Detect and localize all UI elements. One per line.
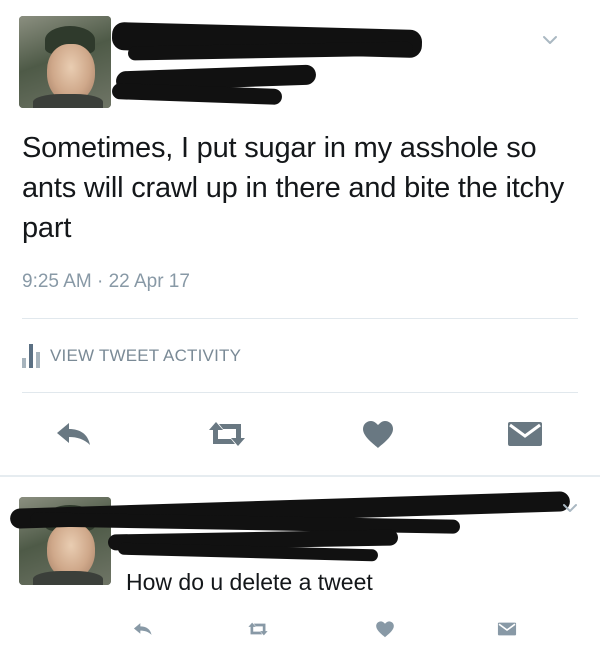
- reply-icon: [133, 623, 152, 635]
- retweet-button[interactable]: [203, 416, 251, 452]
- retweet-icon: [248, 622, 268, 636]
- like-button[interactable]: [370, 618, 400, 640]
- main-tweet: Sometimes, I put sugar in my asshole so …: [0, 0, 600, 475]
- avatar[interactable]: [19, 16, 111, 108]
- heart-icon: [363, 421, 393, 448]
- retweet-icon: [209, 422, 245, 446]
- divider: [22, 318, 578, 319]
- reply-tweet-text: How do u delete a tweet: [126, 569, 373, 595]
- direct-message-button[interactable]: [503, 416, 547, 452]
- divider: [22, 392, 578, 393]
- tweet-timestamp: 9:25 AM · 22 Apr 17: [22, 271, 190, 292]
- direct-message-icon: [497, 622, 517, 636]
- bar-chart-icon: [22, 344, 40, 368]
- chevron-down-icon[interactable]: [561, 499, 579, 517]
- direct-message-button[interactable]: [492, 618, 522, 640]
- direct-message-icon: [508, 422, 542, 446]
- chevron-down-icon[interactable]: [541, 31, 559, 49]
- activity-label: VIEW TWEET ACTIVITY: [50, 346, 242, 365]
- view-tweet-activity-link[interactable]: VIEW TWEET ACTIVITY: [22, 342, 241, 370]
- retweet-button[interactable]: [243, 618, 273, 640]
- like-button[interactable]: [356, 416, 400, 452]
- heart-icon: [376, 621, 394, 638]
- reply-button[interactable]: [128, 618, 158, 640]
- tweet-text: Sometimes, I put sugar in my asshole so …: [22, 132, 565, 244]
- reply-button[interactable]: [52, 416, 96, 452]
- reply-icon: [57, 423, 90, 445]
